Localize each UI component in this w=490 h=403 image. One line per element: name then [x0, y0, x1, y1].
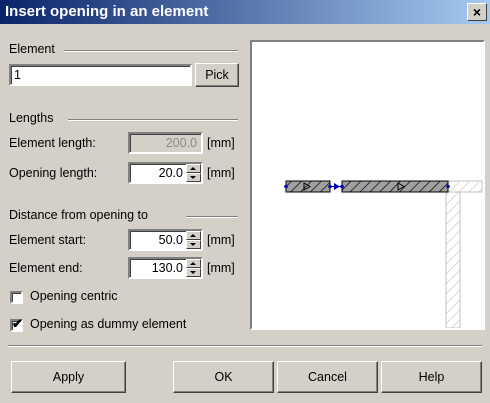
spinner-down-icon[interactable]	[186, 173, 201, 182]
element-group-divider	[64, 50, 238, 52]
node-marker	[284, 184, 288, 189]
apply-button[interactable]: Apply	[11, 361, 126, 393]
element-length-label: Element length:	[9, 136, 96, 150]
element-end-unit: [mm]	[207, 261, 235, 275]
opening-centric-label[interactable]: Opening centric	[30, 289, 118, 303]
element-length-value: 200.0	[165, 136, 197, 150]
close-button[interactable]: ×	[467, 3, 487, 21]
element-start-spinner[interactable]	[186, 231, 201, 249]
element-start-value: 50.0	[158, 233, 183, 247]
element-length-unit: [mm]	[207, 136, 235, 150]
opening-length-value: 20.0	[158, 166, 183, 180]
element-end-input[interactable]: 130.0	[128, 257, 203, 279]
spinner-up-icon[interactable]	[186, 164, 201, 173]
element-end-value: 130.0	[151, 261, 183, 275]
distance-group-label: Distance from opening to	[9, 208, 148, 222]
cancel-button[interactable]: Cancel	[277, 361, 378, 393]
element-length-field: 200.0	[128, 132, 203, 154]
element-right-hatch	[341, 180, 449, 193]
ok-button[interactable]: OK	[173, 361, 274, 393]
node-marker	[446, 184, 450, 189]
element-group-label: Element	[9, 42, 55, 56]
element-input-value: 1	[14, 68, 21, 82]
dummy-element-label[interactable]: Opening as dummy element	[30, 317, 186, 331]
opening-preview-panel	[250, 40, 485, 330]
dummy-element-checkbox[interactable]: ✔	[10, 316, 23, 332]
element-input[interactable]: 1	[9, 64, 192, 86]
spinner-down-icon[interactable]	[186, 240, 201, 249]
opening-centric-checkbox[interactable]	[10, 291, 23, 304]
pick-button[interactable]: Pick	[195, 63, 239, 87]
window-title: Insert opening in an element	[5, 3, 209, 20]
opening-length-label: Opening length:	[9, 166, 98, 180]
opening-length-input[interactable]: 20.0	[128, 162, 203, 184]
help-button[interactable]: Help	[381, 361, 482, 393]
opening-length-spinner[interactable]	[186, 164, 201, 182]
opening-length-unit: [mm]	[207, 166, 235, 180]
spinner-up-icon[interactable]	[186, 231, 201, 240]
spinner-up-icon[interactable]	[186, 259, 201, 268]
element-end-spinner[interactable]	[186, 259, 201, 277]
lengths-group-divider	[68, 119, 238, 121]
vertical-member	[445, 191, 461, 329]
element-start-label: Element start:	[9, 233, 87, 247]
element-end-label: Element end:	[9, 261, 83, 275]
lengths-group-label: Lengths	[9, 111, 54, 125]
node-marker	[328, 184, 332, 189]
element-left-hatch	[285, 180, 331, 193]
connecting-member	[445, 180, 483, 193]
element-start-unit: [mm]	[207, 233, 235, 247]
element-start-input[interactable]: 50.0	[128, 229, 203, 251]
insert-opening-dialog: Insert opening in an element × Element 1…	[0, 0, 490, 403]
spinner-down-icon[interactable]	[186, 268, 201, 277]
button-separator	[8, 345, 482, 347]
opening-preview-drawing	[284, 180, 483, 329]
title-bar: Insert opening in an element ×	[0, 0, 490, 24]
distance-group-divider	[186, 216, 238, 218]
check-mark-icon: ✔	[12, 316, 23, 331]
opening-arrow-icon	[334, 183, 340, 190]
node-marker	[340, 184, 344, 189]
